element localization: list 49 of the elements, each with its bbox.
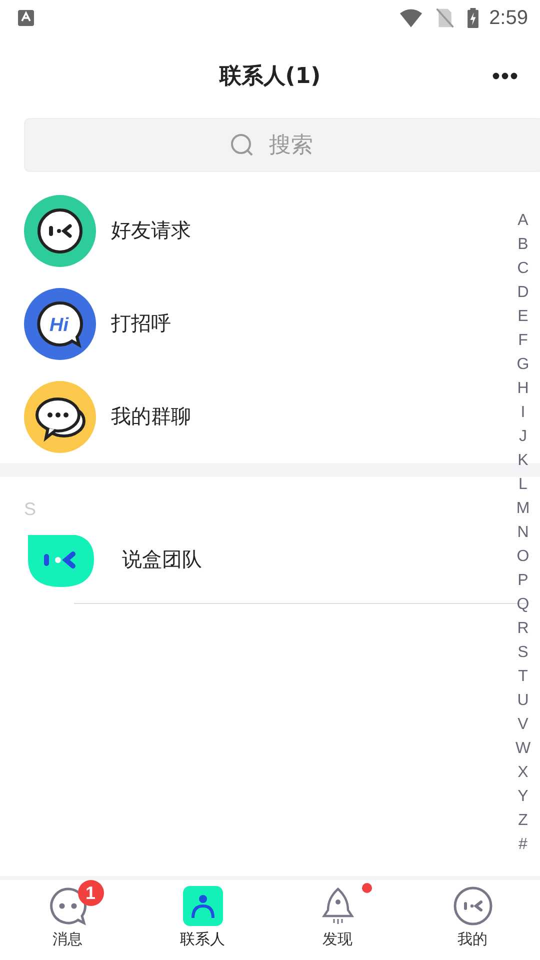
shortcut-item[interactable]: 我的群聊 (0, 370, 500, 463)
wifi-icon (399, 8, 424, 28)
face-icon (452, 886, 492, 926)
index-letter[interactable]: E (518, 305, 528, 329)
index-letter[interactable]: O (516, 545, 530, 569)
index-letter[interactable]: F (518, 329, 528, 353)
index-letter[interactable]: A (518, 209, 528, 233)
index-letter[interactable]: H (517, 377, 529, 401)
page-title: 联系人(1) (219, 63, 321, 91)
index-letter[interactable]: # (518, 833, 528, 857)
search-field[interactable]: 搜索 (24, 118, 540, 172)
search-icon (230, 133, 254, 157)
shortcut-item[interactable]: 好友请求 (0, 184, 500, 277)
index-letter[interactable]: B (518, 233, 528, 257)
index-letter[interactable]: C (517, 257, 529, 281)
index-letter[interactable]: Q (516, 593, 530, 617)
person-icon (182, 886, 222, 926)
face-icon (24, 194, 96, 266)
index-letter[interactable]: Y (518, 785, 528, 809)
status-time: 2:59 (489, 6, 528, 30)
nav-tab[interactable]: 1 消息 (0, 880, 135, 960)
chat-bubble-icon (48, 886, 88, 926)
index-letter[interactable]: X (518, 761, 528, 785)
index-letter[interactable]: I (520, 401, 526, 425)
nav-tab[interactable]: 发现 (270, 880, 405, 960)
index-letter[interactable]: D (517, 281, 529, 305)
index-letter[interactable]: S (518, 641, 528, 665)
more-icon[interactable] (492, 72, 518, 80)
index-letter[interactable]: M (516, 497, 530, 521)
index-letter[interactable]: U (517, 689, 529, 713)
index-letter[interactable]: W (515, 737, 531, 761)
index-letter[interactable]: T (518, 665, 528, 689)
shortcut-item[interactable]: Hi 打招呼 (0, 277, 500, 370)
chat-bubbles-icon (24, 380, 96, 452)
index-letter[interactable]: P (518, 569, 528, 593)
index-letter[interactable]: V (518, 713, 528, 737)
index-letter[interactable]: N (517, 521, 529, 545)
nav-tab[interactable]: 联系人 (135, 880, 270, 960)
index-letter[interactable]: G (516, 353, 530, 377)
hi-bubble-icon: Hi (24, 288, 96, 360)
index-letter[interactable]: L (518, 473, 528, 497)
index-letter[interactable]: K (518, 449, 528, 473)
keyboard-icon (18, 10, 34, 26)
index-letter[interactable]: Z (518, 809, 528, 833)
unread-badge: 1 (78, 880, 104, 906)
index-letter[interactable]: J (519, 425, 527, 449)
nav-tab[interactable]: 我的 (405, 880, 540, 960)
battery-icon (467, 8, 480, 28)
index-letter[interactable]: R (517, 617, 529, 641)
